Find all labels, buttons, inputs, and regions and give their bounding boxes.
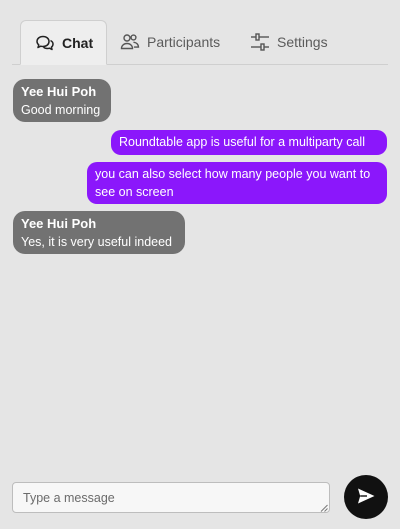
tab-chat[interactable]: Chat — [20, 20, 107, 65]
chat-bubbles-icon — [35, 34, 55, 52]
incoming-message: Yee Hui Poh Yes, it is very useful indee… — [13, 211, 185, 254]
message-text: you can also select how many people you … — [95, 167, 371, 199]
tab-settings[interactable]: Settings — [250, 20, 328, 64]
tab-chat-label: Chat — [62, 34, 94, 51]
message-list: Yee Hui Poh Good morning Roundtable app … — [0, 64, 400, 464]
tab-participants[interactable]: Participants — [120, 20, 220, 64]
resize-grip-icon[interactable] — [320, 504, 328, 512]
send-button[interactable] — [344, 475, 388, 519]
outgoing-message: Roundtable app is useful for a multipart… — [111, 130, 387, 155]
message-text: Good morning — [21, 103, 101, 117]
tab-participants-label: Participants — [147, 34, 221, 50]
users-icon — [120, 33, 140, 51]
tab-bar: Chat Participants Settings — [12, 20, 388, 65]
sliders-icon — [250, 32, 270, 52]
message-text: Yes, it is very useful indeed — [21, 235, 173, 249]
tab-settings-label: Settings — [277, 34, 328, 50]
message-sender: Yee Hui Poh — [21, 84, 97, 99]
outgoing-message: you can also select how many people you … — [87, 162, 387, 204]
message-sender: Yee Hui Poh — [21, 216, 97, 231]
message-input[interactable] — [12, 482, 330, 513]
send-icon — [356, 486, 376, 509]
message-text: Roundtable app is useful for a multipart… — [119, 135, 365, 149]
incoming-message: Yee Hui Poh Good morning — [13, 79, 111, 122]
